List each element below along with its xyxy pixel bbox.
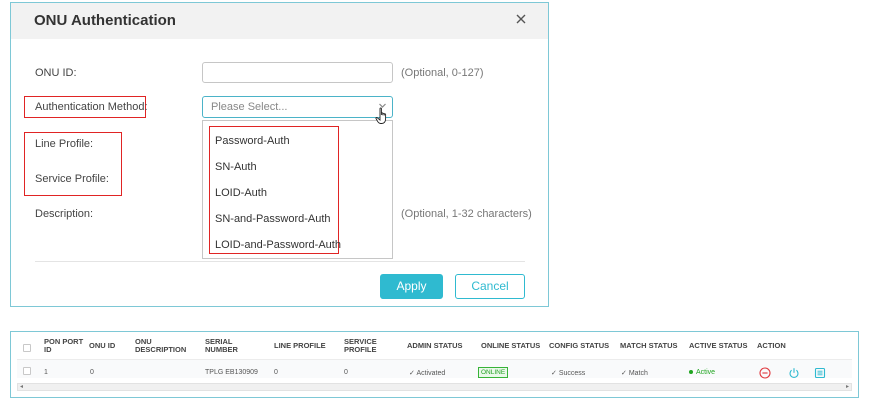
service-profile-label: Service Profile: — [35, 173, 109, 185]
th-service-profile: SERVICE PROFILE — [344, 337, 377, 354]
onu-authentication-dialog: ONU Authentication ONU ID: (Optional, 0-… — [10, 2, 549, 307]
remove-icon[interactable] — [759, 366, 771, 379]
cell-match-status: ✓ Match — [621, 369, 648, 377]
dialog-divider — [35, 261, 525, 262]
cell-config-status: ✓ Success — [551, 369, 585, 377]
option-loid-auth[interactable]: LOID-Auth — [215, 187, 267, 199]
config-status-value: Success — [558, 370, 586, 377]
select-placeholder: Please Select... — [211, 101, 288, 113]
cell-active-status: Active — [689, 369, 715, 376]
power-icon[interactable] — [788, 366, 800, 378]
match-status-value: Match — [628, 370, 648, 377]
th-admin-status: ADMIN STATUS — [407, 341, 463, 350]
th-pon-port-id: PON PORT ID — [44, 337, 84, 354]
cell-admin-status: ✓ Activated — [409, 369, 445, 377]
close-icon[interactable] — [514, 12, 528, 26]
description-hint: (Optional, 1-32 characters) — [401, 208, 532, 220]
cell-serial-number: TPLG EB130909 — [205, 369, 258, 376]
auth-method-select[interactable]: Please Select... — [202, 96, 393, 118]
active-dot-icon — [689, 370, 693, 375]
th-serial-number: SERIAL NUMBER — [205, 337, 238, 354]
option-password-auth[interactable]: Password-Auth — [215, 135, 290, 147]
apply-button[interactable]: Apply — [380, 274, 443, 299]
check-icon: ✓ — [551, 370, 559, 377]
th-onu-id: ONU ID — [89, 341, 116, 350]
auth-method-dropdown: Password-Auth SN-Auth LOID-Auth SN-and-P… — [202, 120, 393, 259]
scroll-right-icon[interactable]: ▸ — [846, 384, 849, 391]
details-icon[interactable] — [814, 366, 826, 379]
th-action: ACTION — [757, 341, 786, 350]
description-label: Description: — [35, 208, 94, 220]
onu-id-label: ONU ID: — [35, 67, 77, 79]
scroll-left-icon[interactable]: ◂ — [20, 384, 23, 391]
option-loid-and-password-auth[interactable]: LOID-and-Password-Auth — [215, 239, 341, 251]
cell-service-profile: 0 — [344, 369, 348, 376]
check-icon: ✓ — [621, 370, 629, 377]
dialog-title: ONU Authentication — [34, 12, 176, 29]
dialog-header: ONU Authentication — [11, 3, 548, 39]
admin-status-value: Activated — [416, 370, 446, 377]
cell-pon-port-id: 1 — [44, 369, 48, 376]
onu-table: PON PORT ID ONU ID ONU DESCRIPTION SERIA… — [10, 331, 859, 398]
cancel-button[interactable]: Cancel — [455, 274, 525, 299]
cell-line-profile: 0 — [274, 369, 278, 376]
th-line-profile: LINE PROFILE — [274, 341, 326, 350]
option-sn-and-password-auth[interactable]: SN-and-Password-Auth — [215, 213, 331, 225]
horizontal-scrollbar[interactable]: ◂ ▸ — [17, 383, 852, 391]
th-config-status: CONFIG STATUS — [549, 341, 610, 350]
th-onu-description: ONU DESCRIPTION — [135, 337, 187, 354]
row-checkbox[interactable] — [23, 367, 31, 375]
cell-onu-id: 0 — [90, 369, 94, 376]
line-profile-label: Line Profile: — [35, 138, 94, 150]
hand-cursor-icon — [375, 107, 389, 130]
online-status-badge: ONLINE — [478, 367, 509, 378]
th-match-status: MATCH STATUS — [620, 341, 678, 350]
auth-method-label: Authentication Method: — [35, 101, 148, 113]
onu-id-input[interactable] — [202, 62, 393, 83]
th-online-status: ONLINE STATUS — [481, 341, 541, 350]
option-sn-auth[interactable]: SN-Auth — [215, 161, 257, 173]
active-status-value: Active — [696, 369, 716, 376]
th-active-status: ACTIVE STATUS — [689, 341, 748, 350]
select-all-checkbox[interactable] — [23, 344, 31, 352]
onu-id-hint: (Optional, 0-127) — [401, 67, 484, 79]
